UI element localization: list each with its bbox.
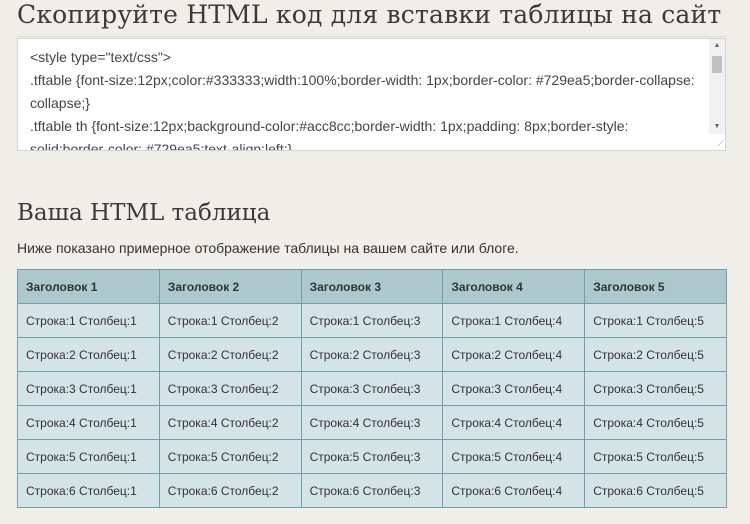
table-cell: Строка:4 Столбец:3	[300, 405, 444, 440]
table-cell: Строка:1 Столбец:3	[300, 303, 444, 338]
table-cell: Строка:5 Столбец:5	[584, 439, 727, 474]
table-cell: Строка:2 Столбец:5	[584, 337, 727, 372]
column-header: Заголовок 2	[158, 269, 302, 304]
preview-heading: Ваша HTML таблица	[17, 200, 271, 226]
scrollbar-thumb[interactable]	[712, 56, 722, 73]
table-cell: Строка:5 Столбец:1	[17, 439, 160, 474]
table-cell: Строка:1 Столбец:1	[17, 303, 160, 338]
table-row: Строка:2 Столбец:1 Строка:2 Столбец:2 Стро…	[17, 337, 727, 372]
table-cell: Строка:1 Столбец:4	[442, 303, 586, 338]
table-header-row: Заголовок 1 Заголовок 2 Заголовок 3 Заголов…	[17, 269, 727, 304]
table-cell: Строка:6 Столбец:3	[300, 473, 444, 508]
table-row: Строка:1 Столбец:1 Строка:1 Столбец:2 Стро…	[17, 303, 727, 338]
table-cell: Строка:4 Столбец:5	[584, 405, 727, 440]
table-cell: Строка:6 Столбец:4	[442, 473, 586, 508]
column-header: Заголовок 3	[300, 269, 444, 304]
table-cell: Строка:1 Столбец:2	[158, 303, 302, 338]
column-header: Заголовок 5	[584, 269, 727, 304]
table-cell: Строка:4 Столбец:2	[158, 405, 302, 440]
table-cell: Строка:6 Столбец:2	[158, 473, 302, 508]
code-textarea-value[interactable]: <style type="text/css"> .tftable {font-s…	[30, 46, 700, 150]
page-title: Скопируйте HTML код для вставки таблицы …	[17, 0, 722, 29]
table-cell: Строка:3 Столбец:4	[442, 371, 586, 406]
scroll-down-icon[interactable]: ▼	[709, 120, 725, 134]
table-cell: Строка:4 Столбец:1	[17, 405, 160, 440]
table-cell: Строка:5 Столбец:4	[442, 439, 586, 474]
scroll-up-icon[interactable]: ▲	[709, 39, 725, 53]
column-header: Заголовок 4	[442, 269, 586, 304]
table-cell: Строка:5 Столбец:3	[300, 439, 444, 474]
preview-description: Ниже показано примерное отображение табл…	[17, 240, 519, 256]
table-row: Строка:4 Столбец:1 Строка:4 Столбец:2 Стро…	[17, 405, 727, 440]
divider	[17, 36, 727, 37]
table-cell: Строка:3 Столбец:1	[17, 371, 160, 406]
table-cell: Строка:3 Столбец:2	[158, 371, 302, 406]
table-cell: Строка:6 Столбец:5	[584, 473, 727, 508]
table-row: Строка:3 Столбец:1 Строка:3 Столбец:2 Стро…	[17, 371, 727, 406]
table-cell: Строка:2 Столбец:2	[158, 337, 302, 372]
table-cell: Строка:2 Столбец:1	[17, 337, 160, 372]
table-cell: Строка:2 Столбец:3	[300, 337, 444, 372]
table-cell: Строка:3 Столбец:3	[300, 371, 444, 406]
column-header: Заголовок 1	[17, 269, 160, 304]
table-row: Строка:6 Столбец:1 Строка:6 Столбец:2 Стро…	[17, 473, 727, 508]
table-cell: Строка:4 Столбец:4	[442, 405, 586, 440]
code-textarea[interactable]: <style type="text/css"> .tftable {font-s…	[17, 38, 726, 151]
resize-grip-icon[interactable]: ⟋	[712, 137, 724, 149]
table-row: Строка:5 Столбец:1 Строка:5 Столбец:2 Стро…	[17, 439, 727, 474]
table-cell: Строка:2 Столбец:4	[442, 337, 586, 372]
textarea-scrollbar[interactable]: ▲ ▼	[709, 39, 725, 134]
table-cell: Строка:3 Столбец:5	[584, 371, 727, 406]
table-cell: Строка:5 Столбец:2	[158, 439, 302, 474]
table-cell: Строка:1 Столбец:5	[584, 303, 727, 338]
preview-table: Заголовок 1 Заголовок 2 Заголовок 3 Заголов…	[17, 269, 727, 508]
table-cell: Строка:6 Столбец:1	[17, 473, 160, 508]
